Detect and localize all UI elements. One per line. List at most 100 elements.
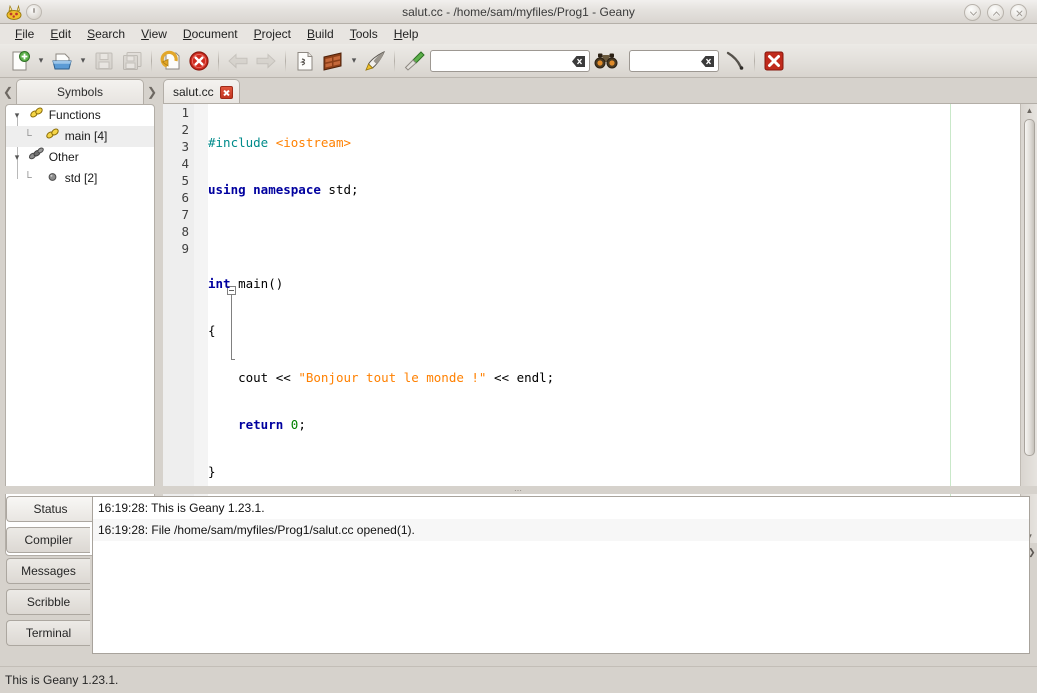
window-title: salut.cc - /home/sam/myfiles/Prog1 - Gea… (0, 0, 1037, 24)
clear-entry-icon[interactable] (700, 54, 715, 69)
menu-document[interactable]: Document (175, 25, 246, 43)
rocket-run-icon[interactable] (361, 47, 389, 75)
line-number: 8 (163, 223, 194, 240)
revert-arrow-icon[interactable] (157, 47, 185, 75)
tab-symbols[interactable]: Symbols (16, 79, 144, 104)
chevron-down-icon[interactable]: ▾ (347, 47, 361, 75)
log-text: File /home/sam/myfiles/Prog1/salut.cc op… (151, 523, 414, 537)
code-line: cout << "Bonjour tout le monde !" << end… (208, 369, 1019, 386)
menu-search[interactable]: Search (79, 25, 133, 43)
minimize-icon[interactable] (964, 4, 981, 21)
tab-status[interactable]: Status (6, 496, 94, 522)
close-icon[interactable] (220, 86, 233, 99)
log-text: This is Geany 1.23.1. (151, 501, 264, 515)
code-line: { (208, 322, 1019, 339)
search-input[interactable] (430, 50, 590, 72)
toolbar-separator (754, 50, 755, 72)
menu-edit[interactable]: Edit (42, 25, 79, 43)
floppy-save-icon[interactable] (90, 47, 118, 75)
main-split: ❮ Symbols ❯ ▾ Functions └ main (0, 78, 1037, 488)
tab-compiler[interactable]: Compiler (6, 527, 90, 553)
new-document-icon[interactable] (6, 47, 34, 75)
arrow-right-icon (252, 47, 280, 75)
code-token-keyword: return (238, 417, 291, 432)
menu-help[interactable]: Help (386, 25, 427, 43)
menu-build[interactable]: Build (299, 25, 342, 43)
close-icon[interactable] (1010, 4, 1027, 21)
code-line: using namespace std; (208, 181, 1019, 198)
fold-margin[interactable] (194, 104, 208, 543)
tab-salut-cc[interactable]: salut.cc (163, 79, 240, 104)
editor-vertical-scrollbar[interactable]: ▲ ▼ (1020, 104, 1037, 543)
tree-item-functions[interactable]: ▾ Functions (6, 105, 154, 126)
tab-messages[interactable]: Messages (6, 558, 90, 584)
log-time: 16:19:28: (98, 523, 148, 537)
code-token-preprocessor: #include (208, 135, 276, 150)
chevron-left-icon[interactable]: ❮ (0, 80, 16, 104)
line-number: 2 (163, 121, 194, 138)
quit-x-icon[interactable] (760, 47, 788, 75)
tree-item-label: std [2] (65, 171, 98, 185)
code-token-text: ; (298, 417, 306, 432)
goto-line-input[interactable] (629, 50, 719, 72)
tree-item-main[interactable]: └ main [4] (6, 126, 154, 147)
tree-item-label: Other (49, 150, 79, 164)
tab-scribble[interactable]: Scribble (6, 589, 90, 615)
code-token-text: main() (238, 276, 283, 291)
tree-elbow-icon: └ (24, 126, 40, 147)
status-log-list[interactable]: 16:19:28: This is Geany 1.23.1. 16:19:28… (92, 496, 1030, 654)
code-token-keyword: int (208, 276, 238, 291)
chevron-up-icon[interactable]: ▲ (1021, 104, 1037, 117)
menu-tools[interactable]: Tools (342, 25, 386, 43)
other-links-icon (27, 147, 45, 168)
menu-project[interactable]: Project (246, 25, 299, 43)
tab-terminal[interactable]: Terminal (6, 620, 90, 646)
tree-item-label: Functions (49, 108, 101, 122)
log-time: 16:19:28: (98, 501, 148, 515)
toolbar-separator (218, 50, 219, 72)
scrollbar-thumb[interactable] (1024, 119, 1035, 456)
editor-viewport[interactable]: 1 2 3 4 5 6 7 8 9 #include <iostream> us… (163, 104, 1019, 543)
binoculars-icon[interactable] (592, 47, 620, 75)
expander-icon[interactable]: ▾ (10, 147, 24, 168)
line-number: 6 (163, 189, 194, 206)
line-number: 4 (163, 155, 194, 172)
function-link-icon (27, 105, 45, 126)
maximize-icon[interactable] (987, 4, 1004, 21)
line-number: 3 (163, 138, 194, 155)
code-token-text: cout << (208, 370, 298, 385)
code-text[interactable]: #include <iostream> using namespace std;… (208, 104, 1019, 543)
tree-item-label: main [4] (65, 129, 108, 143)
line-number: 1 (163, 104, 194, 121)
save-all-icon[interactable] (118, 47, 146, 75)
statusbar-text: This is Geany 1.23.1. (5, 673, 118, 687)
code-token-include-header: <iostream> (276, 135, 351, 150)
clear-entry-icon[interactable] (571, 54, 586, 69)
code-token-text: } (208, 464, 216, 479)
code-token-text (208, 417, 238, 432)
horizontal-splitter[interactable]: ⋯ (0, 486, 1037, 494)
compile-page-icon[interactable] (291, 47, 319, 75)
menu-file[interactable]: File (7, 25, 42, 43)
line-number-gutter: 1 2 3 4 5 6 7 8 9 (163, 104, 194, 543)
code-line (208, 228, 1019, 245)
tree-item-std[interactable]: └ std [2] (6, 168, 154, 189)
build-brick-icon[interactable] (319, 47, 347, 75)
line-number: 9 (163, 240, 194, 257)
tree-item-other[interactable]: ▾ Other (6, 147, 154, 168)
arrow-left-icon (224, 47, 252, 75)
line-number: 7 (163, 206, 194, 223)
list-item[interactable]: 16:19:28: This is Geany 1.23.1. (93, 497, 1029, 519)
open-folder-icon[interactable] (48, 47, 76, 75)
code-token-string: "Bonjour tout le monde !" (298, 370, 486, 385)
window-titlebar[interactable]: salut.cc - /home/sam/myfiles/Prog1 - Gea… (0, 0, 1037, 24)
chevron-down-icon[interactable]: ▾ (76, 47, 90, 75)
chevron-down-icon[interactable]: ▾ (34, 47, 48, 75)
menu-view[interactable]: View (133, 25, 175, 43)
close-circle-icon[interactable] (185, 47, 213, 75)
expander-icon[interactable]: ▾ (10, 105, 24, 126)
list-item[interactable]: 16:19:28: File /home/sam/myfiles/Prog1/s… (93, 519, 1029, 541)
color-dropper-icon[interactable] (400, 47, 428, 75)
jump-arrow-icon[interactable] (721, 47, 749, 75)
chevron-right-icon[interactable]: ❯ (144, 80, 160, 104)
